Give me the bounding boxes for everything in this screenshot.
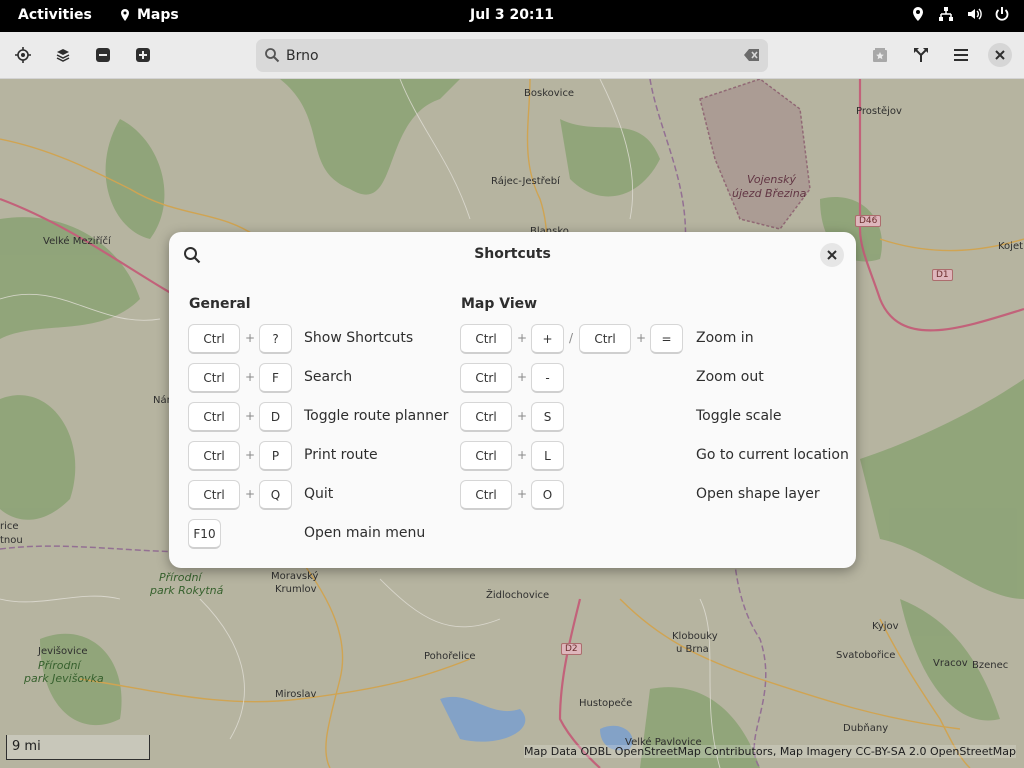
main-menu-button[interactable] xyxy=(949,43,973,67)
section-title-general: General xyxy=(189,296,251,312)
shortcut-label: Open main menu xyxy=(304,525,426,541)
shortcut-label: Go to current location xyxy=(696,447,849,463)
key-cap: Ctrl xyxy=(188,441,240,471)
layers-button[interactable] xyxy=(51,43,75,67)
zoom-in-button[interactable] xyxy=(131,43,155,67)
power-icon xyxy=(995,7,1009,21)
zoom-in-icon xyxy=(136,48,150,62)
key-cap: D xyxy=(259,402,292,432)
locate-button[interactable] xyxy=(11,43,35,67)
key-cap: Q xyxy=(259,480,292,510)
location-icon xyxy=(913,7,923,21)
key-cap: Ctrl xyxy=(188,480,240,510)
plus-separator: + xyxy=(517,448,528,462)
activities-button[interactable]: Activities xyxy=(18,7,92,23)
hamburger-menu-icon xyxy=(954,49,968,61)
section-title-map-view: Map View xyxy=(461,296,538,312)
route-button[interactable] xyxy=(909,43,933,67)
key-cap: + xyxy=(531,324,564,354)
zoom-out-button[interactable] xyxy=(91,43,115,67)
shortcut-label: Print route xyxy=(304,447,378,463)
key-cap: S xyxy=(531,402,564,432)
key-cap: Ctrl xyxy=(460,402,512,432)
layers-icon xyxy=(56,49,70,62)
shortcut-label: Search xyxy=(304,369,353,385)
shortcut-label: Show Shortcuts xyxy=(304,330,414,346)
maps-pin-icon xyxy=(121,9,129,21)
key-cap: Ctrl xyxy=(188,363,240,393)
window-close-button[interactable] xyxy=(988,43,1012,67)
top-bar: Activities Maps Jul 3 20:11 xyxy=(0,0,1024,32)
key-cap: F xyxy=(259,363,292,393)
dialog-title: Shortcuts xyxy=(474,246,551,262)
volume-icon xyxy=(968,8,982,20)
plus-separator: + xyxy=(245,448,256,462)
favorites-button[interactable] xyxy=(868,43,892,67)
shortcut-label: Zoom out xyxy=(696,369,764,385)
plus-separator: + xyxy=(245,331,256,345)
key-cap: ? xyxy=(259,324,292,354)
shortcut-label: Zoom in xyxy=(696,330,754,346)
plus-separator: + xyxy=(245,487,256,501)
clear-text-icon[interactable] xyxy=(744,49,760,61)
system-tray[interactable] xyxy=(910,6,1010,22)
favorites-icon xyxy=(873,48,887,62)
plus-separator: + xyxy=(636,331,647,345)
key-cap: - xyxy=(531,363,564,393)
key-cap: F10 xyxy=(188,519,221,549)
zoom-out-icon xyxy=(96,48,110,62)
app-menu[interactable]: Maps xyxy=(118,7,179,23)
key-cap: Ctrl xyxy=(579,324,631,354)
key-cap: = xyxy=(650,324,683,354)
plus-separator: + xyxy=(517,331,528,345)
key-cap: L xyxy=(531,441,564,471)
search-icon xyxy=(265,48,280,63)
shortcut-label: Open shape layer xyxy=(696,486,820,502)
key-cap: O xyxy=(531,480,564,510)
close-icon xyxy=(995,50,1005,60)
shortcut-label: Toggle route planner xyxy=(304,408,449,424)
app-name: Maps xyxy=(137,7,179,23)
plus-separator: + xyxy=(245,370,256,384)
close-icon xyxy=(827,250,837,260)
header-bar xyxy=(0,32,1024,79)
dialog-close-button[interactable] xyxy=(820,243,844,267)
key-cap: P xyxy=(259,441,292,471)
key-cap: Ctrl xyxy=(188,402,240,432)
search-input[interactable] xyxy=(286,44,726,68)
key-cap: Ctrl xyxy=(460,324,512,354)
search-entry[interactable] xyxy=(256,39,768,72)
key-cap: Ctrl xyxy=(460,441,512,471)
network-icon xyxy=(939,7,953,21)
shortcut-label: Quit xyxy=(304,486,334,502)
key-cap: Ctrl xyxy=(188,324,240,354)
crosshair-icon xyxy=(15,47,31,63)
alternative-separator: / xyxy=(569,331,574,345)
shortcut-label: Toggle scale xyxy=(696,408,782,424)
route-icon xyxy=(914,48,928,62)
plus-separator: + xyxy=(245,409,256,423)
plus-separator: + xyxy=(517,409,528,423)
key-cap: Ctrl xyxy=(460,480,512,510)
key-cap: Ctrl xyxy=(460,363,512,393)
shortcuts-dialog: Shortcuts General Ctrl + ? Show Shortcut… xyxy=(169,232,856,568)
plus-separator: + xyxy=(517,370,528,384)
plus-separator: + xyxy=(517,487,528,501)
